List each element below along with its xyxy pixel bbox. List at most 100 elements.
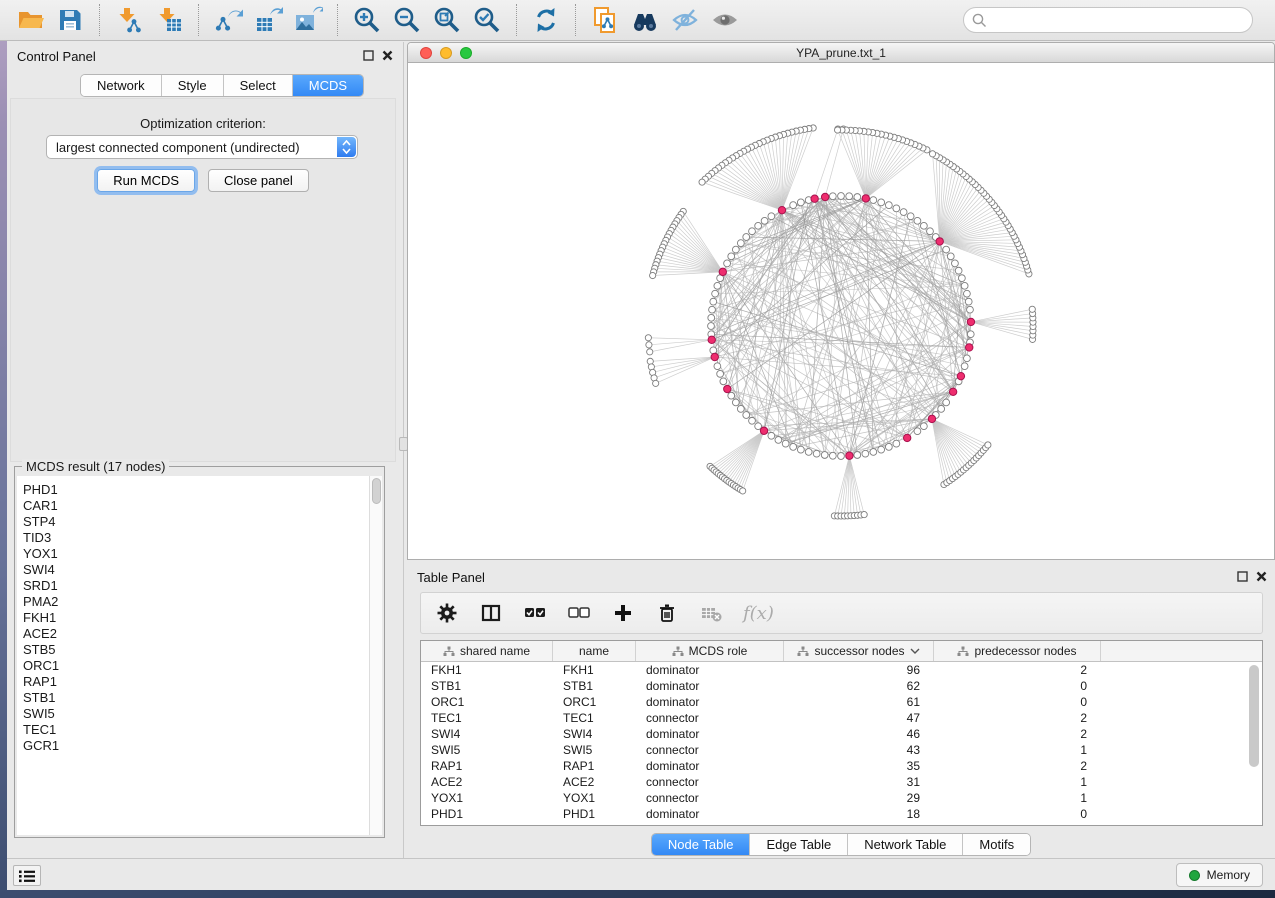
graph-node[interactable] <box>761 217 768 224</box>
graph-node[interactable] <box>699 179 705 185</box>
table-row[interactable]: PHD1PHD1dominator180 <box>421 806 1262 822</box>
graph-node[interactable] <box>914 428 921 435</box>
graph-node[interactable] <box>821 452 828 459</box>
deselect-all-icon[interactable] <box>567 600 591 626</box>
tab-mcds[interactable]: MCDS <box>293 75 363 96</box>
graph-node[interactable] <box>957 372 964 379</box>
graph-node[interactable] <box>920 222 927 229</box>
graph-node[interactable] <box>749 417 756 424</box>
add-column-icon[interactable] <box>611 600 635 626</box>
mcds-result-item[interactable]: ACE2 <box>23 626 369 642</box>
mcds-result-item[interactable]: YOX1 <box>23 546 369 562</box>
mcds-result-item[interactable]: CAR1 <box>23 498 369 514</box>
graph-node[interactable] <box>737 240 744 247</box>
graph-node[interactable] <box>645 335 651 341</box>
graph-node[interactable] <box>712 290 719 297</box>
tab-network[interactable]: Network <box>81 75 162 96</box>
graph-node[interactable] <box>646 342 652 348</box>
table-row[interactable]: ORC1ORC1dominator610 <box>421 694 1262 710</box>
graph-node[interactable] <box>743 412 750 419</box>
gear-icon[interactable] <box>435 600 459 626</box>
table-row[interactable]: FKH1FKH1dominator962 <box>421 662 1262 678</box>
first-neighbors-icon[interactable] <box>628 4 662 36</box>
graph-node[interactable] <box>952 260 959 267</box>
graph-node[interactable] <box>870 449 877 456</box>
mcds-result-item[interactable]: PHD1 <box>23 482 369 498</box>
graph-node[interactable] <box>961 282 968 289</box>
graph-node[interactable] <box>834 127 840 133</box>
duplicate-network-icon[interactable] <box>588 4 622 36</box>
graph-node[interactable] <box>743 234 750 241</box>
graph-node[interactable] <box>955 267 962 274</box>
memory-button[interactable]: Memory <box>1176 863 1263 887</box>
table-scrollbar-thumb[interactable] <box>1249 665 1259 767</box>
graph-node[interactable] <box>958 275 965 282</box>
graph-node[interactable] <box>755 222 762 229</box>
graph-node[interactable] <box>719 268 726 275</box>
column-header-predecessor-nodes[interactable]: predecessor nodes <box>934 641 1101 661</box>
graph-node[interactable] <box>903 434 910 441</box>
graph-node[interactable] <box>964 355 971 362</box>
network-view-titlebar[interactable]: YPA_prune.txt_1 <box>408 43 1274 63</box>
network-canvas[interactable] <box>408 63 1274 559</box>
mcds-list-scrollbar-thumb[interactable] <box>372 478 381 504</box>
graph-node[interactable] <box>737 405 744 412</box>
graph-node[interactable] <box>947 253 954 260</box>
graph-node[interactable] <box>885 202 892 209</box>
graph-node[interactable] <box>740 488 746 494</box>
graph-node[interactable] <box>846 193 853 200</box>
graph-node[interactable] <box>929 151 935 157</box>
graph-node[interactable] <box>966 344 973 351</box>
column-header-MCDS-role[interactable]: MCDS role <box>636 641 784 661</box>
graph-node[interactable] <box>732 246 739 253</box>
float-panel-icon[interactable] <box>363 49 374 64</box>
column-header-shared-name[interactable]: shared name <box>421 641 553 661</box>
graph-node[interactable] <box>1029 306 1035 312</box>
graph-node[interactable] <box>943 399 950 406</box>
graph-node[interactable] <box>870 197 877 204</box>
delete-table-icon[interactable] <box>699 600 723 626</box>
graph-node[interactable] <box>708 336 715 343</box>
column-header-name[interactable]: name <box>553 641 636 661</box>
graph-node[interactable] <box>938 405 945 412</box>
tab-motifs[interactable]: Motifs <box>963 834 1030 855</box>
mcds-result-item[interactable]: SRD1 <box>23 578 369 594</box>
graph-node[interactable] <box>862 450 869 457</box>
close-panel-icon[interactable] <box>382 49 393 64</box>
export-image-icon[interactable] <box>291 4 325 36</box>
import-table-icon[interactable] <box>152 4 186 36</box>
graph-node[interactable] <box>949 388 956 395</box>
graph-node[interactable] <box>965 298 972 305</box>
graph-node[interactable] <box>893 440 900 447</box>
mcds-result-item[interactable]: GCR1 <box>23 738 369 754</box>
graph-node[interactable] <box>907 213 914 220</box>
graph-node[interactable] <box>710 298 717 305</box>
graph-node[interactable] <box>720 378 727 385</box>
show-all-icon[interactable] <box>708 4 742 36</box>
mcds-result-item[interactable]: SWI5 <box>23 706 369 722</box>
graph-node[interactable] <box>878 199 885 206</box>
graph-node[interactable] <box>967 306 974 313</box>
optimization-criterion-dropdown[interactable]: largest connected component (undirected) <box>46 135 358 159</box>
graph-node[interactable] <box>760 427 767 434</box>
graph-node[interactable] <box>920 423 927 430</box>
mcds-result-item[interactable]: RAP1 <box>23 674 369 690</box>
table-row[interactable]: SWI4SWI4dominator462 <box>421 726 1262 742</box>
graph-node[interactable] <box>811 195 818 202</box>
float-panel-icon[interactable] <box>1237 570 1248 585</box>
graph-node[interactable] <box>728 392 735 399</box>
graph-node[interactable] <box>900 209 907 216</box>
graph-node[interactable] <box>768 432 775 439</box>
graph-node[interactable] <box>862 195 869 202</box>
zoom-fit-icon[interactable] <box>430 4 464 36</box>
graph-node[interactable] <box>861 511 867 517</box>
hide-selected-icon[interactable] <box>668 4 702 36</box>
mcds-list-scrollbar[interactable] <box>369 476 382 835</box>
table-scrollbar[interactable] <box>1249 665 1259 820</box>
tab-style[interactable]: Style <box>162 75 224 96</box>
graph-node[interactable] <box>650 272 656 278</box>
zoom-out-icon[interactable] <box>390 4 424 36</box>
mcds-result-item[interactable]: FKH1 <box>23 610 369 626</box>
graph-node[interactable] <box>717 370 724 377</box>
graph-node[interactable] <box>749 228 756 235</box>
